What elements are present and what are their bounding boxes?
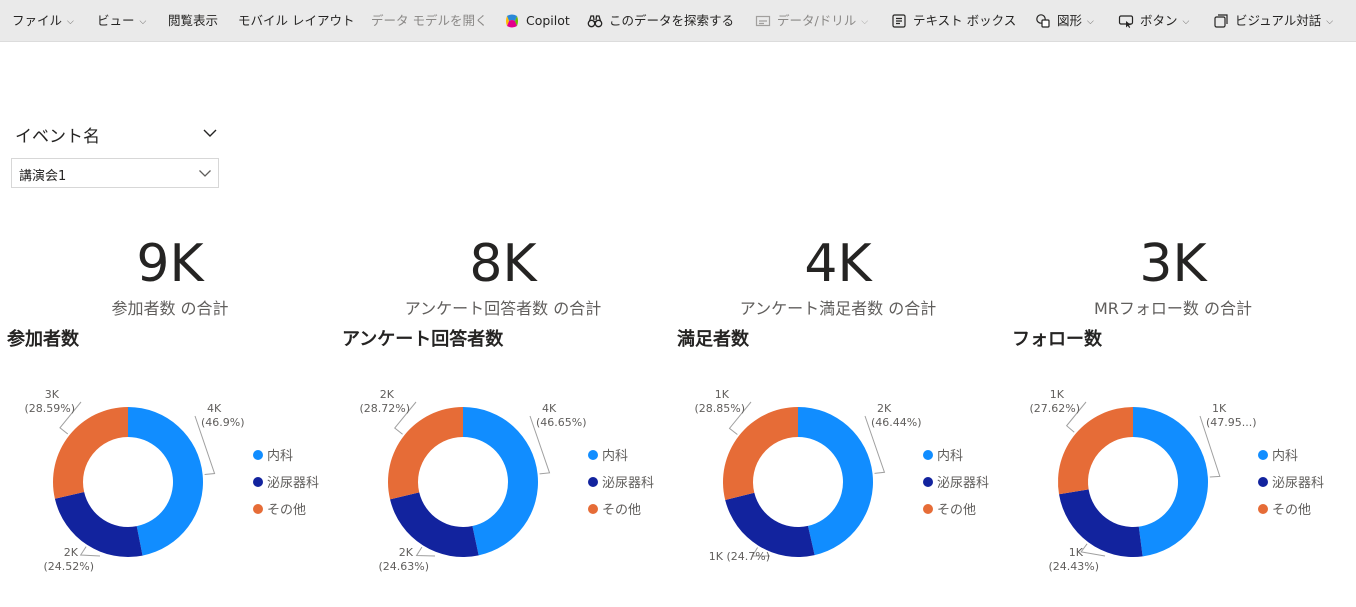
donut-chart-1[interactable]: 4K(46.65%)2K(24.63%)2K(28.72%)内科泌尿器科その他	[359, 388, 654, 573]
data-label-percent: (24.63%)	[378, 560, 429, 573]
legend-marker	[253, 450, 263, 460]
data-label-value: 4K	[542, 402, 557, 415]
legend-label[interactable]: 内科	[1272, 448, 1298, 464]
legend-label[interactable]: 泌尿器科	[937, 476, 989, 491]
legend-label[interactable]: 内科	[602, 448, 628, 464]
data-label-percent: (28.59%)	[24, 402, 75, 415]
data-label-value: 4K	[207, 402, 222, 415]
legend-marker	[923, 477, 933, 487]
data-label-percent: (24.52%)	[43, 560, 94, 573]
donut-slice[interactable]	[128, 407, 204, 556]
legend-marker	[253, 504, 263, 514]
donut-slice[interactable]	[52, 407, 128, 499]
data-label-value: 2K	[64, 546, 79, 559]
data-label-value: 1K	[1050, 388, 1065, 401]
data-label-percent: (46.65%)	[536, 416, 587, 429]
data-label-percent: (28.85%)	[694, 402, 745, 415]
legend-marker	[1258, 450, 1268, 460]
legend-label[interactable]: その他	[602, 503, 641, 518]
data-label-value: 2K	[877, 402, 892, 415]
data-label-value: 2K	[399, 546, 414, 559]
data-label-value: 3K	[45, 388, 60, 401]
data-label-percent: (28.72%)	[359, 402, 410, 415]
legend-label[interactable]: その他	[1272, 503, 1311, 518]
data-label-percent: (24.43%)	[1048, 560, 1099, 573]
donut-slice[interactable]	[1058, 407, 1133, 495]
legend-label[interactable]: その他	[937, 503, 976, 518]
data-label-value: 1K	[715, 388, 730, 401]
legend-label[interactable]: 内科	[937, 448, 963, 464]
donut-chart-3[interactable]: 1K(47.95...)1K(24.43%)1K(27.62%)内科泌尿器科その…	[1029, 388, 1324, 573]
data-label-value: 2K	[380, 388, 395, 401]
donut-slice[interactable]	[1133, 407, 1209, 557]
legend-marker	[588, 450, 598, 460]
donut-slice[interactable]	[388, 407, 463, 500]
legend-marker	[1258, 477, 1268, 487]
donut-chart-0[interactable]: 4K(46.9%) 2K(24.52%) 3K(28.59%) 内科泌尿器科その他	[24, 388, 319, 573]
legend-marker	[1258, 504, 1268, 514]
legend-marker	[588, 477, 598, 487]
data-label-percent: (46.44%)	[871, 416, 922, 429]
data-label-value: 1K	[1069, 546, 1084, 559]
legend-label[interactable]: 泌尿器科	[267, 476, 319, 491]
legend-label[interactable]: 内科	[267, 448, 293, 464]
donut-chart-2[interactable]: 2K(46.44%) 1K (24.7%) 1K(28.85%) 内科泌尿器科その他	[694, 388, 989, 563]
legend-label[interactable]: その他	[267, 503, 306, 518]
data-label-percent: (46.9%)	[201, 416, 245, 429]
legend-marker	[588, 504, 598, 514]
data-label-percent: (47.95...)	[1206, 416, 1257, 429]
legend-marker	[923, 504, 933, 514]
legend-marker	[253, 477, 263, 487]
donut-slice[interactable]	[725, 492, 815, 557]
data-label-value: 1K (24.7%)	[709, 550, 770, 563]
donut-slice[interactable]	[463, 407, 539, 556]
data-label-percent: (27.62%)	[1029, 402, 1080, 415]
donut-charts: 4K(46.9%)2K(24.52%)3K(28.59%)内科泌尿器科その他4K…	[24, 388, 1324, 573]
legend-label[interactable]: 泌尿器科	[1272, 476, 1324, 491]
data-label-value: 1K	[1212, 402, 1227, 415]
legend-marker	[923, 450, 933, 460]
donut-slice[interactable]	[723, 407, 798, 500]
legend-label[interactable]: 泌尿器科	[602, 476, 654, 491]
